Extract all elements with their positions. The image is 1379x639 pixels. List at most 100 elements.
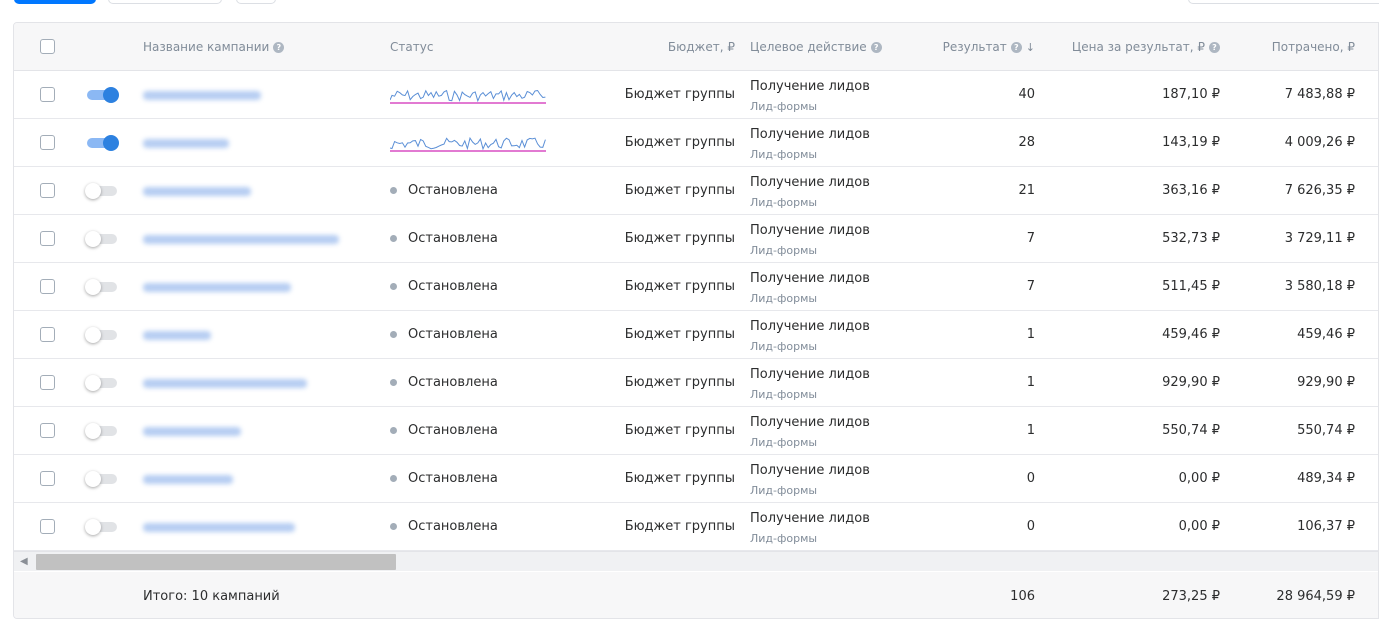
price-cell: 187,10 ₽ bbox=[1162, 87, 1220, 102]
question-circle-icon[interactable]: ? bbox=[1209, 41, 1220, 53]
campaign-toggle[interactable] bbox=[85, 519, 119, 535]
target-action-cell: Получение лидов Лид-формы bbox=[750, 367, 870, 403]
column-header-price[interactable]: Цена за результат, ₽ ? bbox=[1054, 23, 1220, 71]
table-row[interactable]: Бюджет группы Получение лидов Лид-формы 28 1… bbox=[14, 119, 1378, 167]
campaign-name-link[interactable] bbox=[143, 331, 211, 340]
campaign-name-link[interactable] bbox=[143, 379, 307, 388]
campaign-toggle[interactable] bbox=[85, 231, 119, 247]
target-action-label: Получение лидов bbox=[750, 511, 870, 526]
sparkline-series bbox=[390, 89, 546, 103]
column-header-status[interactable]: Статус bbox=[390, 23, 433, 71]
scroll-left-icon[interactable]: ◀ bbox=[20, 556, 28, 567]
campaign-name-link[interactable] bbox=[143, 139, 229, 148]
campaign-name-link[interactable] bbox=[143, 523, 295, 532]
column-header-spent[interactable]: Потрачено, ₽ bbox=[1234, 23, 1355, 71]
target-action-sub: Лид-формы bbox=[750, 196, 818, 209]
toggle-knob bbox=[103, 135, 119, 151]
row-checkbox[interactable] bbox=[40, 183, 55, 198]
footer-result: 106 bbox=[1010, 588, 1035, 604]
campaign-toggle[interactable] bbox=[85, 423, 119, 439]
campaign-toggle[interactable] bbox=[85, 87, 119, 103]
row-checkbox[interactable] bbox=[40, 327, 55, 342]
column-header-target[interactable]: Целевое действие ? bbox=[750, 23, 882, 71]
column-header-result[interactable]: Результат ? ↓ bbox=[914, 23, 1035, 71]
row-checkbox[interactable] bbox=[40, 231, 55, 246]
price-cell: 550,74 ₽ bbox=[1162, 423, 1220, 438]
toolbar-button[interactable] bbox=[108, 0, 222, 4]
target-action-cell: Получение лидов Лид-формы bbox=[750, 319, 870, 355]
scroll-thumb[interactable] bbox=[36, 554, 396, 570]
table-row[interactable]: Остановлена Бюджет группы Получение лидов Л… bbox=[14, 407, 1378, 455]
target-action-cell: Получение лидов Лид-формы bbox=[750, 463, 870, 499]
target-action-sub: Лид-формы bbox=[750, 532, 818, 545]
status-label: Остановлена bbox=[408, 231, 498, 246]
search-input[interactable] bbox=[1188, 0, 1379, 4]
question-circle-icon[interactable]: ? bbox=[273, 41, 285, 53]
target-action-label: Получение лидов bbox=[750, 79, 870, 94]
table-row[interactable]: Остановлена Бюджет группы Получение лидов Л… bbox=[14, 263, 1378, 311]
row-checkbox[interactable] bbox=[40, 279, 55, 294]
campaign-name-link[interactable] bbox=[143, 187, 251, 196]
toolbar-more-button[interactable] bbox=[236, 0, 276, 4]
target-action-label: Получение лидов bbox=[750, 271, 870, 286]
budget-cell: Бюджет группы bbox=[624, 231, 735, 246]
sparkline-series bbox=[390, 136, 546, 151]
row-checkbox[interactable] bbox=[40, 135, 55, 150]
toggle-knob bbox=[85, 519, 101, 535]
campaign-toggle[interactable] bbox=[85, 327, 119, 343]
campaign-name-link[interactable] bbox=[143, 91, 261, 100]
status-label: Остановлена bbox=[408, 471, 498, 486]
campaign-toggle[interactable] bbox=[85, 183, 119, 199]
row-checkbox[interactable] bbox=[40, 519, 55, 534]
price-cell: 143,19 ₽ bbox=[1162, 135, 1220, 150]
campaign-toggle[interactable] bbox=[85, 279, 119, 295]
toggle-knob bbox=[85, 231, 101, 247]
price-cell: 459,46 ₽ bbox=[1162, 327, 1220, 342]
target-action-sub: Лид-формы bbox=[750, 340, 818, 353]
budget-cell: Бюджет группы bbox=[624, 279, 735, 294]
target-action-cell: Получение лидов Лид-формы bbox=[750, 79, 870, 115]
target-action-sub: Лид-формы bbox=[750, 148, 818, 161]
table-row[interactable]: Остановлена Бюджет группы Получение лидов Л… bbox=[14, 311, 1378, 359]
table-row[interactable]: Остановлена Бюджет группы Получение лидов Л… bbox=[14, 455, 1378, 503]
table-row[interactable]: Остановлена Бюджет группы Получение лидов Л… bbox=[14, 503, 1378, 551]
budget-cell: Бюджет группы bbox=[624, 471, 735, 486]
result-cell: 28 bbox=[1018, 135, 1035, 150]
campaign-name-link[interactable] bbox=[143, 283, 291, 292]
campaign-toggle[interactable] bbox=[85, 375, 119, 391]
row-checkbox[interactable] bbox=[40, 87, 55, 102]
toggle-knob bbox=[85, 327, 101, 343]
campaign-name-link[interactable] bbox=[143, 475, 233, 484]
status-label: Остановлена bbox=[408, 375, 498, 390]
campaign-name-link[interactable] bbox=[143, 427, 241, 436]
question-circle-icon[interactable]: ? bbox=[870, 41, 882, 53]
horizontal-scrollbar[interactable]: ◀ bbox=[14, 551, 1378, 571]
status-cell: Остановлена bbox=[390, 455, 590, 502]
create-button[interactable] bbox=[14, 0, 96, 4]
question-circle-icon[interactable]: ? bbox=[1010, 41, 1022, 53]
row-checkbox[interactable] bbox=[40, 375, 55, 390]
campaign-name-link[interactable] bbox=[143, 235, 339, 244]
column-header-name[interactable]: Название кампании ? bbox=[143, 23, 285, 71]
table-row[interactable]: Остановлена Бюджет группы Получение лидов Л… bbox=[14, 215, 1378, 263]
price-cell: 0,00 ₽ bbox=[1178, 519, 1220, 534]
row-checkbox[interactable] bbox=[40, 423, 55, 438]
spent-cell: 4 009,26 ₽ bbox=[1284, 135, 1355, 150]
column-header-budget-label: Бюджет, ₽ bbox=[667, 40, 735, 54]
target-action-sub: Лид-формы bbox=[750, 436, 818, 449]
toggle-knob bbox=[85, 183, 101, 199]
table-row[interactable]: Остановлена Бюджет группы Получение лидов Л… bbox=[14, 167, 1378, 215]
target-action-cell: Получение лидов Лид-формы bbox=[750, 415, 870, 451]
status-cell: Остановлена bbox=[390, 503, 590, 550]
campaign-toggle[interactable] bbox=[85, 471, 119, 487]
campaign-toggle[interactable] bbox=[85, 135, 119, 151]
row-checkbox[interactable] bbox=[40, 471, 55, 486]
budget-cell: Бюджет группы bbox=[624, 375, 735, 390]
table-row[interactable]: Бюджет группы Получение лидов Лид-формы 40 1… bbox=[14, 71, 1378, 119]
select-all-checkbox[interactable] bbox=[40, 39, 55, 54]
target-action-label: Получение лидов bbox=[750, 463, 870, 478]
table-row[interactable]: Остановлена Бюджет группы Получение лидов Л… bbox=[14, 359, 1378, 407]
column-header-budget[interactable]: Бюджет, ₽ bbox=[574, 23, 735, 71]
spent-cell: 3 580,18 ₽ bbox=[1284, 279, 1355, 294]
sort-desc-icon[interactable]: ↓ bbox=[1026, 41, 1035, 54]
